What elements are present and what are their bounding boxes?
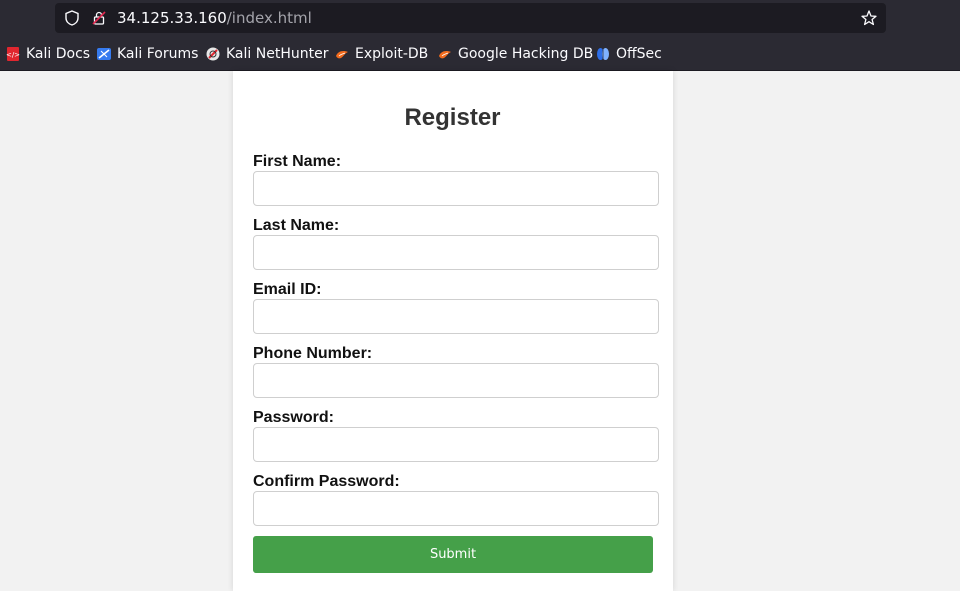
password-input[interactable]: [253, 427, 659, 462]
bookmark-google-hacking-db[interactable]: Google Hacking DB: [438, 45, 593, 63]
address-bar[interactable]: 34.125.33.160/index.html: [55, 3, 886, 33]
first-name-label: First Name:: [253, 153, 342, 170]
form-title: Register: [404, 104, 501, 131]
bookmark-kali-nethunter[interactable]: Kali NetHunter: [206, 45, 328, 63]
bookmark-label: Kali Docs: [26, 46, 91, 62]
confirm-password-input[interactable]: [253, 491, 659, 526]
phone-number-label: Phone Number:: [253, 345, 373, 362]
exploit-db-icon: [335, 47, 349, 61]
insecure-lock-icon[interactable]: [90, 9, 108, 27]
browser-toolbar: 34.125.33.160/index.html </> Kali Docs K…: [0, 0, 960, 71]
email-input[interactable]: [253, 299, 659, 334]
bookmarks-bar: </> Kali Docs Kali Forums Kali NetHunter…: [0, 40, 960, 68]
confirm-password-label: Confirm Password:: [253, 473, 400, 490]
password-label: Password:: [253, 409, 334, 426]
bookmark-star-icon[interactable]: [860, 9, 878, 27]
google-hacking-db-icon: [438, 47, 452, 61]
last-name-label: Last Name:: [253, 217, 340, 234]
first-name-input[interactable]: [253, 171, 659, 206]
kali-forums-icon: [97, 47, 111, 61]
bookmark-label: Kali Forums: [117, 46, 199, 62]
url-path: /index.html: [226, 9, 312, 27]
bookmark-kali-forums[interactable]: Kali Forums: [97, 45, 198, 63]
svg-text:</>: </>: [6, 51, 20, 59]
bookmark-label: Exploit-DB: [355, 46, 429, 62]
shield-icon[interactable]: [63, 9, 81, 27]
offsec-icon: [596, 47, 610, 61]
kali-nethunter-icon: [206, 47, 220, 61]
url-text[interactable]: 34.125.33.160/index.html: [117, 9, 312, 27]
bookmark-kali-docs[interactable]: </> Kali Docs: [6, 45, 90, 63]
bookmark-offsec[interactable]: OffSec: [596, 45, 662, 63]
kali-docs-icon: </>: [6, 47, 20, 61]
bookmark-label: Kali NetHunter: [226, 46, 329, 62]
bookmark-label: Google Hacking DB: [458, 46, 594, 62]
phone-number-input[interactable]: [253, 363, 659, 398]
bookmark-label: OffSec: [616, 46, 662, 62]
bookmark-exploit-db[interactable]: Exploit-DB: [335, 45, 428, 63]
url-host: 34.125.33.160: [117, 9, 227, 27]
submit-button[interactable]: Submit: [253, 536, 653, 573]
email-label: Email ID:: [253, 281, 322, 298]
last-name-input[interactable]: [253, 235, 659, 270]
